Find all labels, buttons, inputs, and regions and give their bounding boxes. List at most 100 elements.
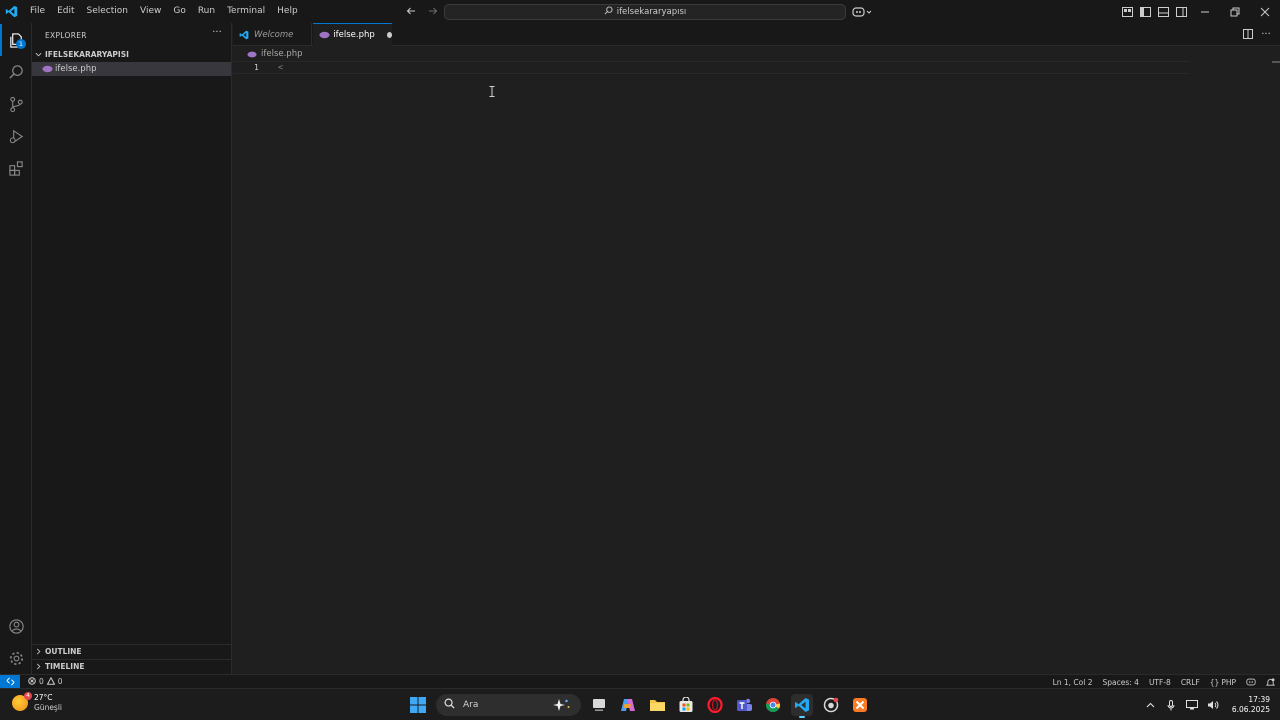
notifications-bell-icon[interactable] [1261, 677, 1280, 687]
toggle-primary-sidebar-icon[interactable] [1138, 4, 1153, 19]
menu-selection[interactable]: Selection [81, 0, 134, 23]
temperature: 27°C [34, 693, 53, 702]
breadcrumb-file[interactable]: ifelse.php [261, 49, 302, 59]
github-desktop-icon[interactable] [820, 694, 842, 716]
menu-bar: File Edit Selection View Go Run Terminal… [24, 0, 304, 23]
tab-ifelse-php[interactable]: ifelse.php [313, 23, 392, 46]
system-tray: 17:39 6.06.2025 [1144, 689, 1270, 720]
explorer-icon[interactable]: 1 [0, 24, 32, 56]
chevron-down-icon [32, 51, 45, 58]
network-icon[interactable] [1186, 699, 1199, 712]
tab-label: Welcome [254, 29, 294, 40]
settings-gear-icon[interactable] [0, 642, 32, 674]
more-actions-icon[interactable]: ··· [1260, 28, 1272, 40]
end-of-line[interactable]: CRLF [1176, 678, 1205, 687]
microphone-icon[interactable] [1165, 699, 1178, 712]
extensions-icon[interactable] [0, 152, 32, 184]
title-bar: File Edit Selection View Go Run Terminal… [0, 0, 1280, 23]
code-text[interactable]: < [278, 63, 283, 73]
tab-welcome[interactable]: Welcome [233, 23, 312, 46]
text-cursor-icon [489, 86, 495, 97]
sun-icon: 4 [12, 692, 32, 711]
close-icon[interactable] [1250, 0, 1280, 23]
code-line[interactable]: 1 < [233, 61, 1190, 74]
encoding[interactable]: UTF-8 [1144, 678, 1176, 687]
outline-label: OUTLINE [45, 647, 82, 656]
breadcrumb[interactable]: ifelse.php [233, 47, 302, 61]
xampp-icon[interactable] [849, 694, 871, 716]
clock[interactable]: 17:39 6.06.2025 [1232, 695, 1270, 715]
file-name: ifelse.php [55, 64, 97, 74]
accounts-icon[interactable] [0, 610, 32, 642]
menu-help[interactable]: Help [271, 0, 304, 23]
menu-terminal[interactable]: Terminal [221, 0, 271, 23]
outline-section[interactable]: OUTLINE [32, 644, 231, 658]
back-arrow-icon[interactable] [404, 4, 418, 18]
copilot-app-icon[interactable] [617, 694, 639, 716]
php-file-icon [245, 49, 258, 59]
teams-icon[interactable] [733, 694, 755, 716]
minimap-slider[interactable] [1272, 61, 1280, 63]
code-editor[interactable]: 1 < [233, 61, 1280, 674]
language-mode[interactable]: {} PHP [1205, 678, 1241, 687]
active-indicator [0, 24, 2, 56]
file-explorer-icon[interactable] [646, 694, 668, 716]
file-item[interactable]: ifelse.php [32, 62, 231, 76]
php-file-icon [319, 30, 330, 40]
timeline-section[interactable]: TIMELINE [32, 659, 231, 673]
folder-header[interactable]: IFELSEKARARYAPISI [32, 48, 231, 61]
activity-bar: 1 [0, 23, 32, 674]
more-actions-icon[interactable]: ··· [210, 28, 224, 40]
timeline-label: TIMELINE [45, 662, 85, 671]
indentation[interactable]: Spaces: 4 [1097, 678, 1143, 687]
split-editor-icon[interactable] [1242, 28, 1254, 40]
problems-status[interactable]: 0 0 [28, 676, 63, 687]
date: 6.06.2025 [1231, 705, 1270, 714]
weather-condition: Güneşli [34, 703, 63, 712]
menu-view[interactable]: View [134, 0, 167, 23]
error-count: 0 [39, 677, 44, 686]
menu-go[interactable]: Go [167, 0, 191, 23]
chevron-right-icon [32, 648, 45, 655]
weather-widget[interactable]: 4 27°C Güneşli [12, 692, 63, 713]
braces-icon: {} [1209, 677, 1220, 687]
source-control-icon[interactable] [0, 88, 32, 120]
command-center-search[interactable]: ifelsekararyapısı [444, 4, 846, 20]
line-number: 1 [254, 63, 259, 72]
language-label: PHP [1221, 677, 1236, 687]
start-windows-icon[interactable] [407, 694, 429, 716]
status-bar: 0 0 Ln 1, Col 2 Spaces: 4 UTF-8 CRLF {} … [0, 674, 1280, 689]
task-view-icon[interactable] [588, 694, 610, 716]
explorer-sidebar: EXPLORER ··· IFELSEKARARYAPISI ifelse.ph… [32, 23, 232, 674]
remote-icon[interactable] [0, 674, 20, 689]
search-sidebar-icon[interactable] [0, 56, 32, 88]
copilot-icon[interactable] [852, 4, 874, 19]
error-icon [28, 676, 36, 687]
menu-file[interactable]: File [24, 0, 51, 23]
vscode-taskbar-icon[interactable] [791, 694, 813, 718]
minimize-icon[interactable] [1190, 0, 1220, 23]
cursor-position[interactable]: Ln 1, Col 2 [1048, 678, 1098, 687]
search-icon [604, 6, 613, 18]
sidebar-title: EXPLORER [45, 31, 87, 40]
taskbar-search[interactable]: Ara [436, 694, 581, 716]
warning-count: 0 [57, 677, 63, 686]
chrome-icon[interactable] [762, 694, 784, 716]
run-debug-icon[interactable] [0, 120, 32, 152]
copilot-status-icon[interactable] [1241, 678, 1261, 686]
menu-run[interactable]: Run [192, 0, 221, 23]
customize-layout-icon[interactable] [1120, 4, 1135, 19]
time: 17:39 [1248, 695, 1270, 704]
toggle-panel-icon[interactable] [1156, 4, 1171, 19]
restore-icon[interactable] [1220, 0, 1250, 23]
volume-icon[interactable] [1207, 699, 1220, 712]
menu-edit[interactable]: Edit [51, 0, 80, 23]
search-placeholder: Ara [463, 700, 479, 710]
chevron-up-icon[interactable] [1144, 699, 1157, 712]
toggle-secondary-sidebar-icon[interactable] [1174, 4, 1189, 19]
unsaved-dot-icon[interactable] [386, 32, 392, 38]
forward-arrow-icon[interactable] [426, 4, 440, 18]
microsoft-store-icon[interactable] [675, 694, 697, 716]
opera-browser-icon[interactable] [704, 694, 726, 716]
folder-name: IFELSEKARARYAPISI [45, 50, 129, 59]
